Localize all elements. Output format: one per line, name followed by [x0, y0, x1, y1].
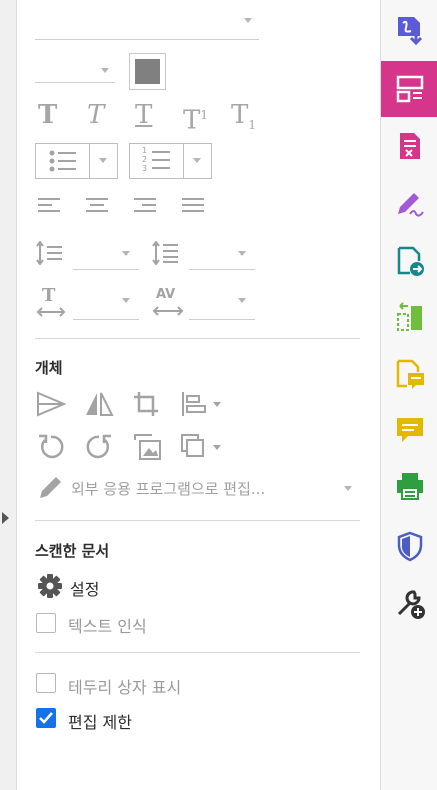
horizontal-arrow-icon [152, 306, 184, 316]
scanned-section-title: 스캔한 문서 [35, 542, 110, 560]
horizontal-arrow-icon [36, 307, 66, 317]
edit-pdf-icon [396, 75, 423, 103]
export-pdf-icon [397, 17, 422, 46]
crop-icon[interactable] [132, 390, 162, 418]
edit-pdf-button[interactable] [381, 61, 437, 117]
chevron-down-icon[interactable] [122, 298, 130, 303]
ocr-checkbox[interactable] [36, 613, 56, 633]
settings-label[interactable]: 설정 [70, 576, 99, 600]
flip-vertical-icon[interactable] [36, 390, 66, 418]
comment-icon [396, 418, 423, 442]
bounding-box-label: 테두리 상자 표시 [68, 678, 182, 697]
chevron-down-icon[interactable] [193, 158, 201, 163]
sign-icon [397, 193, 424, 217]
pencil-icon [40, 477, 61, 498]
more-tools-icon [397, 590, 425, 619]
restrict-edit-label: 편집 제한 [68, 713, 132, 732]
subscript-t-label: T [231, 100, 249, 130]
list-line [152, 167, 170, 169]
dropdown-separator [89, 144, 90, 178]
fill-sign-form-button[interactable] [383, 118, 436, 174]
restrict-edit-checkbox[interactable] [36, 708, 56, 728]
justify-button[interactable] [182, 198, 206, 218]
more-tools-button[interactable] [383, 576, 436, 632]
superscript-marker: 1 [200, 108, 208, 122]
replace-image-icon[interactable] [132, 432, 162, 462]
checkmark-icon [39, 712, 53, 724]
edit-pdf-format-panel: T T T T1 T1 1 2 3 T AV 개체 외부 응용 프로그램으로 편… [17, 0, 380, 790]
rotate-clockwise-icon[interactable] [84, 432, 114, 462]
align-right-button[interactable] [134, 198, 158, 218]
underline-button[interactable]: T [135, 100, 152, 130]
bullet-list-dropdown[interactable] [35, 143, 118, 179]
rotate-counterclockwise-icon[interactable] [36, 432, 66, 462]
list-line [152, 151, 170, 153]
dropdown-separator [183, 144, 184, 178]
left-panel-strip [0, 0, 17, 790]
superscript-button[interactable]: T1 [183, 100, 208, 136]
numbered-list-icon: 1 2 3 [142, 146, 174, 175]
list-number: 2 [142, 155, 148, 164]
edit-external-app-label[interactable]: 외부 응용 프로그램으로 편집... [71, 478, 265, 499]
bold-button[interactable]: T [38, 100, 57, 130]
italic-button[interactable]: T [87, 100, 104, 130]
share-pdf-icon [397, 246, 424, 276]
protect-icon [397, 531, 422, 562]
gear-icon[interactable] [37, 573, 63, 599]
list-line [152, 159, 170, 161]
paragraph-spacing-icon [152, 241, 178, 265]
numbered-list-dropdown[interactable]: 1 2 3 [129, 143, 212, 179]
font-color-button[interactable] [129, 53, 166, 90]
chevron-down-icon[interactable] [101, 68, 109, 73]
chevron-down-icon[interactable] [238, 298, 246, 303]
subscript-button[interactable]: T1 [231, 100, 256, 140]
share-pdf-button[interactable] [383, 233, 436, 289]
object-section-title: 개체 [35, 359, 63, 377]
align-center-button[interactable] [86, 198, 110, 218]
bounding-box-checkbox[interactable] [36, 673, 56, 693]
scale-t-label: T [42, 285, 56, 306]
fill-sign-form-icon [399, 133, 420, 159]
char-spacing-label: AV [156, 287, 176, 302]
font-color-swatch [135, 59, 160, 84]
section-divider [35, 338, 360, 339]
print-production-button[interactable] [383, 458, 436, 514]
bullet-list-icon [49, 150, 76, 172]
print-production-icon [396, 473, 423, 500]
character-spacing-icon: AV [152, 287, 186, 317]
list-number: 1 [142, 146, 148, 155]
font-family-dropdown[interactable] [35, 18, 259, 40]
ocr-label: 텍스트 인식 [68, 617, 147, 636]
horizontal-scale-icon: T [36, 285, 66, 317]
align-objects-icon[interactable] [180, 390, 224, 418]
comment-doc-button[interactable] [383, 346, 436, 402]
chevron-down-icon[interactable] [122, 251, 130, 256]
section-divider [35, 520, 360, 521]
organize-pages-icon [396, 302, 422, 331]
align-left-button[interactable] [38, 198, 62, 218]
tools-rail [380, 0, 437, 790]
comment-doc-icon [396, 359, 424, 389]
line-spacing-icon [36, 241, 62, 265]
expand-left-panel-icon[interactable] [2, 512, 9, 524]
protect-button[interactable] [383, 518, 436, 574]
chevron-down-icon[interactable] [99, 158, 107, 163]
section-divider [35, 652, 360, 653]
export-pdf-button[interactable] [383, 2, 436, 58]
arrange-objects-icon[interactable] [180, 432, 224, 462]
list-number: 3 [142, 164, 148, 173]
organize-pages-button[interactable] [383, 290, 436, 346]
subscript-marker: 1 [248, 118, 256, 133]
flip-horizontal-icon[interactable] [84, 390, 114, 418]
chevron-down-icon[interactable] [244, 18, 252, 23]
chevron-down-icon[interactable] [238, 251, 246, 256]
chevron-down-icon[interactable] [344, 486, 352, 491]
superscript-t-label: T [183, 105, 201, 136]
sign-button[interactable] [383, 176, 436, 232]
comment-button[interactable] [383, 402, 436, 458]
